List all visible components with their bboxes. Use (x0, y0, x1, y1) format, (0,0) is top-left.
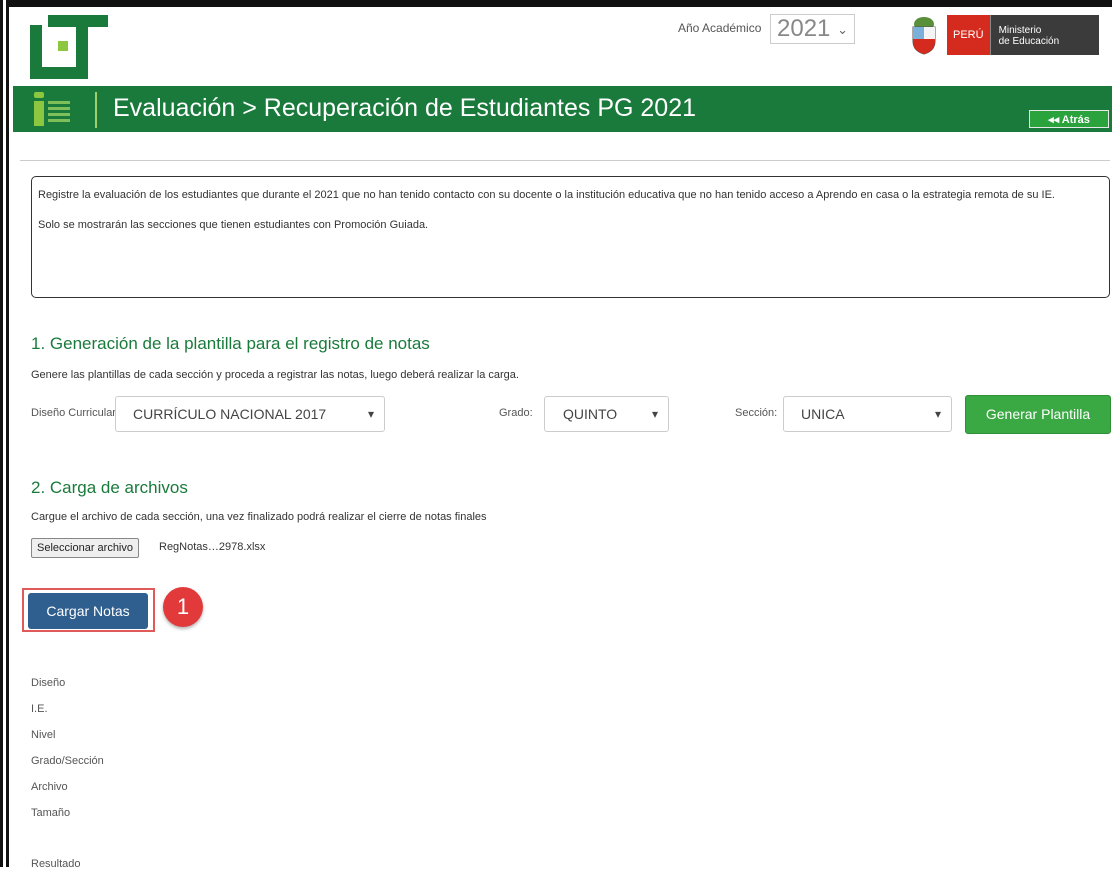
chevron-down-icon: ▾ (367, 407, 374, 421)
grade-select[interactable]: QUINTO ▾ (544, 396, 669, 432)
ministry-label-line1: Ministerio (998, 25, 1042, 36)
curricular-design-value: CURRÍCULO NACIONAL 2017 (133, 406, 327, 422)
info-paragraph-2: Solo se mostrarán las secciones que tien… (38, 219, 429, 231)
back-arrow-icon: ◂◂ (1048, 114, 1060, 126)
grade-label: Grado: (499, 407, 533, 419)
academic-year-value: 2021 (777, 15, 831, 42)
back-button-label: Atrás (1061, 114, 1090, 126)
section-select[interactable]: UNICA ▾ (783, 396, 952, 432)
app-logo (30, 15, 108, 79)
detail-label-size: Tamaño (31, 807, 71, 819)
info-notice: Registre la evaluación de los estudiante… (31, 176, 1110, 298)
academic-year-label: Año Académico (678, 21, 762, 35)
academic-year-select[interactable]: 2021 ⌄ (770, 14, 855, 44)
peru-label: PERÚ (947, 15, 990, 55)
section-label: Sección: (735, 407, 778, 419)
selected-file-name: RegNotas…2978.xlsx (159, 541, 266, 553)
back-button[interactable]: ◂◂ Atrás (1029, 110, 1109, 128)
detail-label-file: Archivo (31, 781, 68, 793)
ministry-label-line2: de Educación (998, 36, 1060, 47)
detail-label-ie: I.E. (31, 703, 48, 715)
section-1-description: Genere las plantillas de cada sección y … (31, 369, 519, 381)
step-badge: 1 (163, 587, 203, 627)
section-2-title: 2. Carga de archivos (31, 478, 188, 497)
chevron-down-icon: ▾ (934, 407, 941, 421)
section-value: UNICA (801, 406, 845, 422)
chevron-down-icon: ▾ (651, 407, 658, 421)
divider (20, 160, 1110, 161)
section-1-title: 1. Generación de la plantilla para el re… (31, 334, 430, 353)
chevron-down-icon: ⌄ (837, 22, 848, 37)
curricular-design-select[interactable]: CURRÍCULO NACIONAL 2017 ▾ (115, 396, 385, 432)
peru-coat-of-arms-icon (912, 17, 936, 55)
government-brand: PERÚ Ministerio de Educación (907, 15, 1100, 55)
header-tab-overlay (122, 78, 932, 86)
detail-label-level: Nivel (31, 729, 56, 741)
frame-top-border (0, 0, 1112, 7)
curricular-design-label: Diseño Curricular: (31, 407, 120, 419)
upload-grades-button[interactable]: Cargar Notas (28, 593, 148, 629)
section-2-description: Cargue el archivo de cada sección, una v… (31, 511, 487, 523)
frame-left-border (0, 0, 9, 867)
app-header: Año Académico 2021 ⌄ PERÚ Ministerio de … (13, 7, 1112, 86)
page-title: Evaluación > Recuperación de Estudiantes… (113, 94, 697, 122)
grade-value: QUINTO (563, 406, 618, 422)
ministry-label: Ministerio de Educación (989, 15, 1100, 55)
title-bar: Evaluación > Recuperación de Estudiantes… (13, 86, 1112, 132)
info-paragraph-1: Registre la evaluación de los estudiante… (38, 189, 1055, 201)
detail-label-design: Diseño (31, 677, 66, 689)
list-icon (34, 92, 70, 126)
detail-label-grade-section: Grado/Sección (31, 755, 104, 767)
select-file-button[interactable]: Seleccionar archivo (31, 538, 139, 558)
generate-template-button[interactable]: Generar Plantilla (965, 395, 1111, 434)
title-separator (95, 92, 97, 128)
detail-label-result: Resultado (31, 858, 81, 870)
